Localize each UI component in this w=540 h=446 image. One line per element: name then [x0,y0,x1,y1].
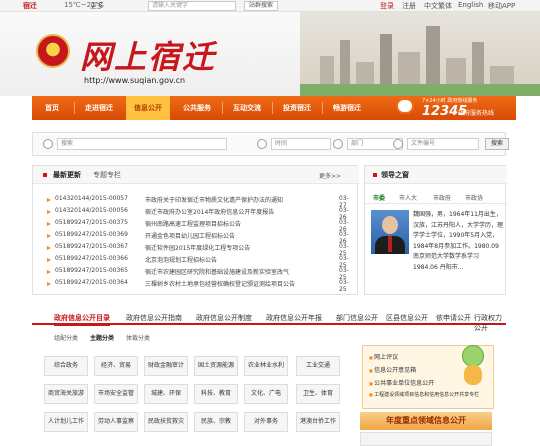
keyword-input[interactable]: 搜索 [57,138,227,150]
category-cell[interactable]: 文化、广电 [244,384,288,404]
category-subtabs: 组配分类 主题分类 体裁分类 [32,331,352,343]
tab-apply-info[interactable]: 依申请公开 [436,313,471,323]
category-cell[interactable]: 市场安全监管 [94,384,138,404]
category-cell[interactable]: 对外事务 [244,412,288,432]
info-search-bar: 搜索 时间 部门 文件编号 搜索 [32,132,509,156]
hotline-chat-icon [396,98,414,114]
traditional-chinese-link[interactable]: 中文繁体 [424,1,452,11]
category-cell[interactable]: 劳动人事监察 [94,412,138,432]
weather-more-link[interactable]: 更多 [90,1,104,11]
tab-info-annual[interactable]: 政府信息公开年报 [266,313,322,323]
tab-topics[interactable]: 专题专栏 [93,170,121,180]
news-row[interactable]: 051899247/2015-00367 宿迁软件园2015年度绿化工程专项公告 0… [47,242,355,257]
city-label: 宿迁 [23,2,37,10]
latest-updates-panel: 最新更新 专题专栏 更多>> 014320144/2015-00057 市政府关于… [32,165,359,295]
category-cell[interactable]: 财政金融审计 [144,356,188,376]
category-cell[interactable]: 港澳台侨工作 [296,412,340,432]
tab-npc[interactable]: 市人大 [399,193,417,202]
subtab-topic[interactable]: 主题分类 [90,333,114,342]
banner-lower [360,432,492,446]
category-cell[interactable]: 国土资源能源 [194,356,238,376]
link-online-review[interactable]: 网上评议 [369,352,398,361]
category-cell[interactable]: 经济、贸易 [94,356,138,376]
category-cell[interactable]: 工业交通 [296,356,340,376]
nav-tourism[interactable]: 畅游宿迁 [324,96,370,120]
section-marker-icon [43,173,47,177]
news-more-link[interactable]: 更多>> [319,171,341,180]
category-cell[interactable]: 民政扶贫救灾 [144,412,188,432]
category-cell[interactable]: 科技、教育 [194,384,238,404]
news-row[interactable]: 051899247/2015-00375 宿州南路高速工程监理项目招标公告 03-2… [47,218,355,233]
news-row[interactable]: 051899247/2015-00366 北京泡泡规划工程招标公告 03-25 [47,254,355,269]
top-bar: 宿迁 15℃~21℃ 更多 请输入关键字 站群搜索 登录 注册 中文繁体 Eng… [0,0,540,12]
news-row[interactable]: 051899247/2015-00369 开通金色项目幼儿园工程招标公告 03-26 [47,230,355,245]
leader-title: 领导之窗 [381,171,409,179]
news-row[interactable]: 014320144/2015-00057 市政府关于印发宿迁市物质文化遗产保护办法… [47,194,355,209]
site-url: http://www.suqian.gov.cn [84,76,186,85]
site-search-button[interactable]: 站群搜索 [244,1,278,11]
tab-party-committee[interactable]: 市委 [373,193,385,202]
category-cell[interactable]: 综合政务 [44,356,88,376]
nav-public-service[interactable]: 公共服务 [174,96,220,120]
category-cell[interactable]: 人计划儿工作 [44,412,88,432]
news-row[interactable]: 051899247/2015-00364 三棵树乡农村土地承包经营权确权登记颁证测… [47,278,355,293]
hotline-sub: 政府服务热线 [458,110,495,117]
leader-tabs: 市委 市人大 市政府 市政协 [365,192,507,204]
tab-info-guide[interactable]: 政府信息公开指南 [126,313,182,323]
mascot-icon [454,345,488,385]
leader-window-panel: 领导之窗 市委 市人大 市政府 市政协 魏国强，男，1964年11月出生，汉族，… [364,165,507,295]
section-marker-icon [373,173,377,177]
link-public-institutions[interactable]: 公共事业单位信息公开 [369,378,434,387]
site-logo-text[interactable]: 网上宿迁 [80,32,216,78]
tab-power-info[interactable]: 行政权力公开 [474,313,506,333]
login-link[interactable]: 登录 [380,1,394,11]
info-search-button[interactable]: 搜索 [485,138,509,150]
nav-invest[interactable]: 投资宿迁 [274,96,320,120]
tab-government[interactable]: 市政府 [433,193,451,202]
subtab-group[interactable]: 组配分类 [54,333,78,342]
leader-photo[interactable] [371,210,409,254]
clock-icon [257,139,267,149]
department-icon [333,139,343,149]
nav-about[interactable]: 走进宿迁 [76,96,122,120]
tab-cppcc[interactable]: 市政协 [465,193,483,202]
news-row[interactable]: 051899247/2015-00365 宿迁市农建园区研究院和基础设施建设及新实… [47,266,355,281]
nav-info-public[interactable]: 信息公开 [126,96,170,120]
english-link[interactable]: English [458,1,483,9]
tab-county-info[interactable]: 区县信息公开 [386,313,428,323]
year-key-areas-banner[interactable]: 年度重点领域信息公开 [360,412,492,430]
hotline-label: 7×24小时 政府热线服务 [422,98,478,104]
link-feedback-box[interactable]: 信息公开意见箱 [369,365,416,374]
category-cell[interactable]: 民族、宗教 [194,412,238,432]
nav-interaction[interactable]: 互动交流 [224,96,270,120]
leader-bio: 魏国强，男，1964年11月出生，汉族，江苏丹阳人，大学学历，理学学士学位，19… [413,211,504,271]
tab-info-rules[interactable]: 政府信息公开制度 [196,313,252,323]
site-header: 网上宿迁 http://www.suqian.gov.cn [0,12,540,96]
public-info-tabs: 政府信息公开目录 政府信息公开指南 政府信息公开制度 政府信息公开年报 部门信息… [32,311,506,332]
tab-dept-info[interactable]: 部门信息公开 [336,313,378,323]
subtab-genre[interactable]: 体裁分类 [126,333,150,342]
search-icon [43,139,53,149]
tab-latest[interactable]: 最新更新 [53,170,81,180]
register-link[interactable]: 注册 [402,1,416,11]
doc-number-input[interactable]: 文件编号 [407,138,479,150]
link-project-credit[interactable]: 工程建设领域项目信息和信用信息公开共享专栏 [369,391,495,398]
document-icon [393,139,403,149]
mobile-app-link[interactable]: 移动APP [488,1,515,11]
category-cell[interactable]: 商贸海关旅游 [44,384,88,404]
category-cell[interactable]: 农业林业水利 [244,356,288,376]
category-cell[interactable]: 卫生、体育 [296,384,340,404]
news-row[interactable]: 014320144/2015-00056 宿迁市政府办公室2014年政府信息公开年… [47,206,355,221]
time-select[interactable]: 时间 [271,138,331,150]
site-search-input[interactable]: 请输入关键字 [148,1,236,11]
tab-info-catalog[interactable]: 政府信息公开目录 [54,313,110,326]
category-cell[interactable]: 城建、环保 [144,384,188,404]
nav-home[interactable]: 首页 [32,96,72,120]
national-emblem-icon [36,34,70,68]
city-skyline-image [300,12,540,96]
